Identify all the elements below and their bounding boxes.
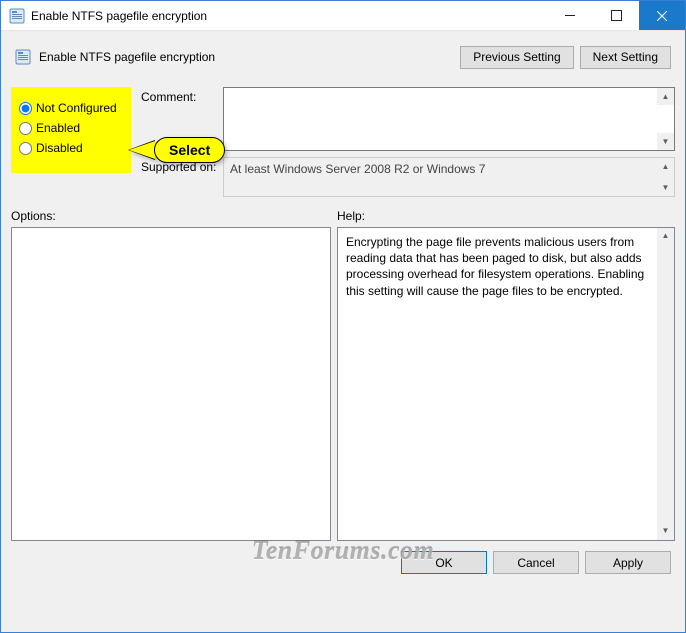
radio-enabled[interactable]: Enabled	[19, 121, 123, 135]
radio-disabled-input[interactable]	[19, 142, 32, 155]
radio-enabled-label: Enabled	[36, 121, 80, 135]
ok-button[interactable]: OK	[401, 551, 487, 574]
supported-row: Supported on: At least Windows Server 20…	[141, 157, 675, 197]
help-scrollbar[interactable]: ▲ ▼	[657, 228, 674, 540]
options-column: Options:	[11, 209, 331, 541]
scroll-down-icon[interactable]: ▼	[657, 133, 674, 150]
nav-buttons: Previous Setting Next Setting	[460, 46, 671, 69]
window-controls	[547, 1, 685, 30]
cancel-button[interactable]: Cancel	[493, 551, 579, 574]
next-setting-button[interactable]: Next Setting	[580, 46, 671, 69]
state-radio-group: Not Configured Enabled Disabled	[11, 87, 131, 173]
minimize-button[interactable]	[547, 1, 593, 30]
radio-enabled-input[interactable]	[19, 122, 32, 135]
policy-icon	[15, 49, 31, 65]
scroll-up-icon[interactable]: ▲	[657, 228, 674, 245]
supported-on-value: At least Windows Server 2008 R2 or Windo…	[230, 162, 485, 176]
radio-disabled[interactable]: Disabled	[19, 141, 123, 155]
settings-row: Not Configured Enabled Disabled Comment:…	[11, 87, 675, 203]
policy-title: Enable NTFS pagefile encryption	[39, 50, 460, 64]
lower-row: Options: Help: Encrypting the page file …	[11, 209, 675, 541]
options-label: Options:	[11, 209, 331, 223]
dialog-buttons: OK Cancel Apply	[11, 551, 675, 574]
scroll-down-icon[interactable]: ▼	[657, 523, 674, 540]
scroll-down-icon: ▼	[657, 179, 674, 196]
previous-setting-button[interactable]: Previous Setting	[460, 46, 573, 69]
radio-disabled-label: Disabled	[36, 141, 83, 155]
help-column: Help: Encrypting the page file prevents …	[337, 209, 675, 541]
window-title: Enable NTFS pagefile encryption	[31, 9, 547, 23]
content-area: Enable NTFS pagefile encryption Previous…	[1, 31, 685, 632]
app-icon	[9, 8, 25, 24]
apply-button[interactable]: Apply	[585, 551, 671, 574]
help-box: Encrypting the page file prevents malici…	[337, 227, 675, 541]
titlebar: Enable NTFS pagefile encryption	[1, 1, 685, 31]
maximize-button[interactable]	[593, 1, 639, 30]
annotation-text: Select	[154, 137, 225, 163]
header-row: Enable NTFS pagefile encryption Previous…	[11, 41, 675, 73]
supported-on-box: At least Windows Server 2008 R2 or Windo…	[223, 157, 675, 197]
comment-label: Comment:	[141, 87, 223, 104]
scroll-up-icon: ▲	[657, 158, 674, 175]
options-box	[11, 227, 331, 541]
scroll-up-icon[interactable]: ▲	[657, 88, 674, 105]
help-label: Help:	[337, 209, 675, 223]
radio-not-configured-input[interactable]	[19, 102, 32, 115]
radio-not-configured-label: Not Configured	[36, 101, 117, 115]
radio-not-configured[interactable]: Not Configured	[19, 101, 123, 115]
help-text: Encrypting the page file prevents malici…	[346, 235, 644, 298]
comment-textarea[interactable]: ▲ ▼	[223, 87, 675, 151]
close-button[interactable]	[639, 1, 685, 30]
annotation-callout: Select	[129, 137, 225, 163]
